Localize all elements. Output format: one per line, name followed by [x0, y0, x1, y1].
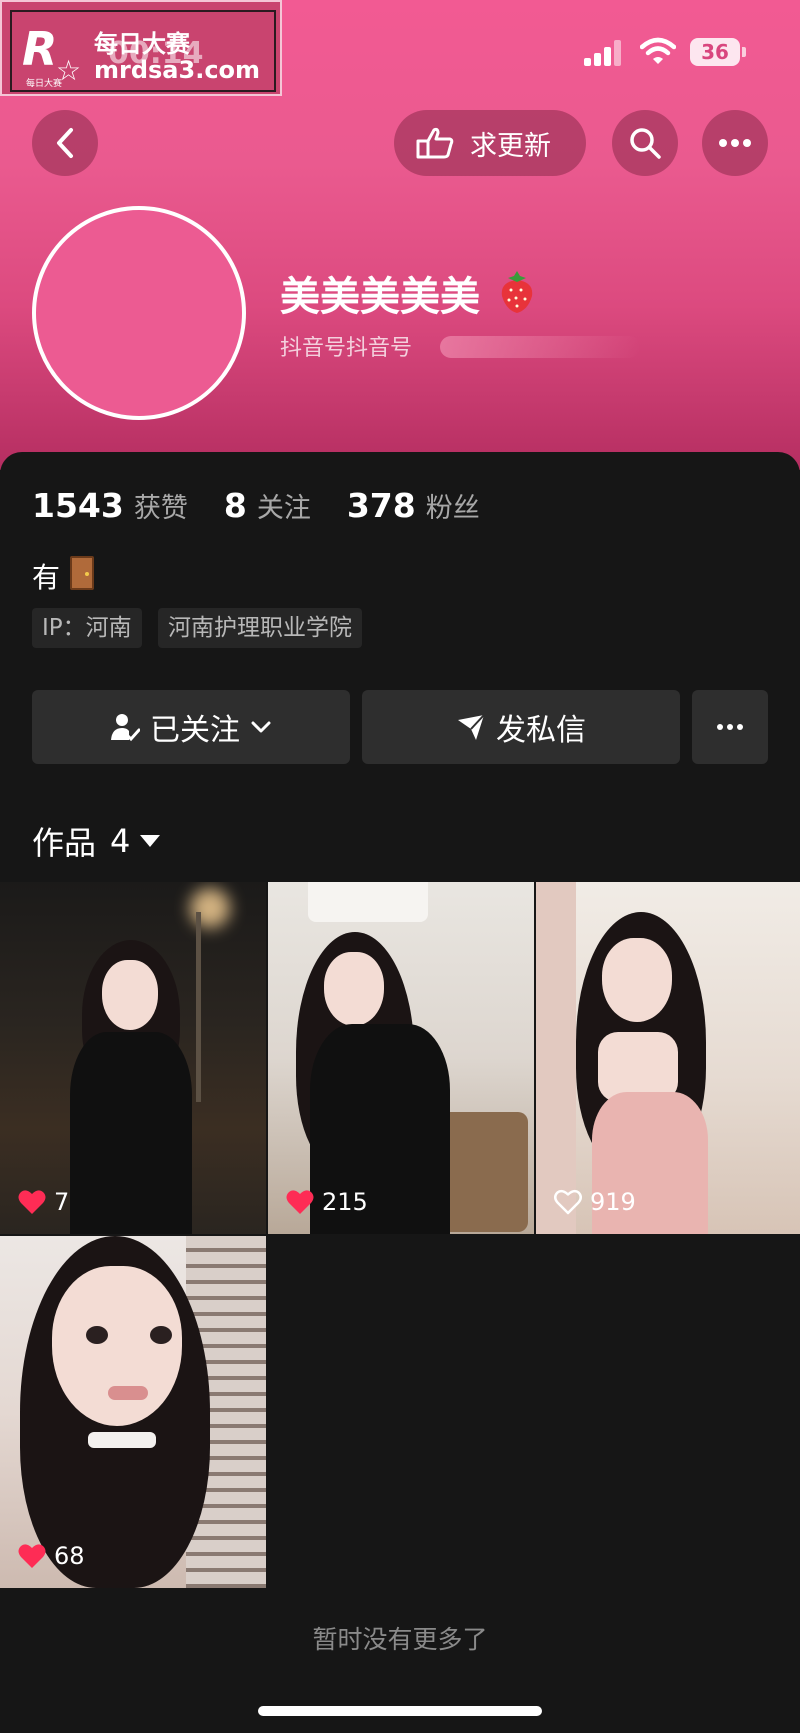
battery-nub	[742, 47, 746, 57]
thumbnail-eye	[86, 1326, 108, 1344]
profile-stats: 1543 获赞 8 关注 378 粉丝	[32, 486, 516, 525]
chevron-left-icon	[57, 128, 73, 158]
user-check-icon	[111, 714, 140, 742]
video-likes: 919	[554, 1188, 636, 1216]
following-count[interactable]: 8	[224, 486, 247, 525]
cellular-signal-icon	[584, 40, 622, 66]
heart-filled-icon	[18, 1544, 46, 1568]
lamp-pole	[196, 912, 201, 1102]
request-update-button[interactable]: 求更新	[394, 110, 586, 176]
followed-label: 已关注	[150, 713, 240, 748]
profile-handle[interactable]: 抖音号抖音号	[280, 330, 412, 362]
thumbnail-figure	[70, 1032, 192, 1234]
profile-name: 美美美美美	[280, 274, 480, 320]
thumbnail-choker	[88, 1432, 156, 1448]
following-label: 关注	[256, 493, 311, 524]
heart-filled-icon	[18, 1190, 46, 1214]
video-likes-count: 68	[54, 1542, 85, 1570]
more-options-button[interactable]	[702, 110, 768, 176]
handle-redaction	[440, 336, 640, 358]
action-more-button[interactable]	[692, 690, 768, 764]
strawberry-icon	[501, 271, 533, 313]
bag-shape	[438, 1112, 528, 1232]
ac-unit	[308, 882, 428, 922]
followers-label: 粉丝	[425, 493, 480, 524]
search-button[interactable]	[612, 110, 678, 176]
thumbnail-face	[324, 952, 384, 1026]
likes-count[interactable]: 1543	[32, 486, 124, 525]
battery-indicator: 36	[690, 38, 740, 66]
bio-text: 有	[32, 561, 61, 594]
send-icon	[458, 714, 485, 740]
curtain	[536, 882, 576, 1234]
avatar[interactable]	[32, 206, 246, 420]
request-update-label: 求更新	[470, 130, 551, 162]
caret-down-icon	[140, 835, 161, 847]
wifi-icon	[640, 37, 676, 64]
search-icon	[630, 128, 661, 159]
door-icon	[70, 556, 94, 590]
video-thumbnail[interactable]: 215	[268, 882, 534, 1234]
followers-count[interactable]: 378	[347, 486, 416, 525]
send-message-label: 发私信	[496, 713, 586, 748]
more-dots-icon	[717, 724, 743, 730]
heart-outline-icon	[554, 1189, 582, 1215]
status-time: 00:14	[108, 36, 204, 71]
back-button[interactable]	[32, 110, 98, 176]
works-tab[interactable]: 作品 4	[32, 818, 161, 864]
watermark-subtitle: 每日大赛	[26, 79, 63, 89]
video-thumbnail[interactable]: 68	[0, 1236, 266, 1588]
video-likes: 68	[18, 1542, 85, 1570]
video-thumbnail[interactable]: 919	[536, 882, 800, 1234]
more-dots-icon	[719, 139, 751, 147]
watermark-logo-letter: R	[22, 22, 58, 76]
video-likes-count: 215	[322, 1188, 368, 1216]
pointing-hand-icon	[416, 127, 454, 159]
send-message-button[interactable]: 发私信	[362, 690, 680, 764]
likes-label: 获赞	[133, 493, 188, 524]
thumbnail-face	[52, 1266, 182, 1426]
thumbnail-eye	[150, 1326, 172, 1344]
works-count: 4	[110, 822, 131, 860]
school-tag[interactable]: 河南护理职业学院	[158, 608, 362, 648]
video-likes-count: 919	[590, 1188, 636, 1216]
followed-button[interactable]: 已关注	[32, 690, 350, 764]
thumbnail-face	[602, 938, 672, 1022]
works-label: 作品	[32, 824, 97, 862]
no-more-content-text: 暂时没有更多了	[312, 1625, 488, 1654]
thumbnail-face	[102, 960, 158, 1030]
heart-filled-icon	[286, 1190, 314, 1214]
video-likes: 215	[286, 1188, 368, 1216]
ip-location-tag: IP：河南	[32, 608, 142, 648]
home-indicator[interactable]	[258, 1706, 542, 1716]
video-likes: 7	[18, 1188, 69, 1216]
video-thumbnail[interactable]: 7	[0, 882, 266, 1234]
chevron-down-icon	[251, 721, 271, 733]
video-likes-count: 7	[54, 1188, 70, 1216]
thumbnail-lips	[108, 1386, 148, 1400]
